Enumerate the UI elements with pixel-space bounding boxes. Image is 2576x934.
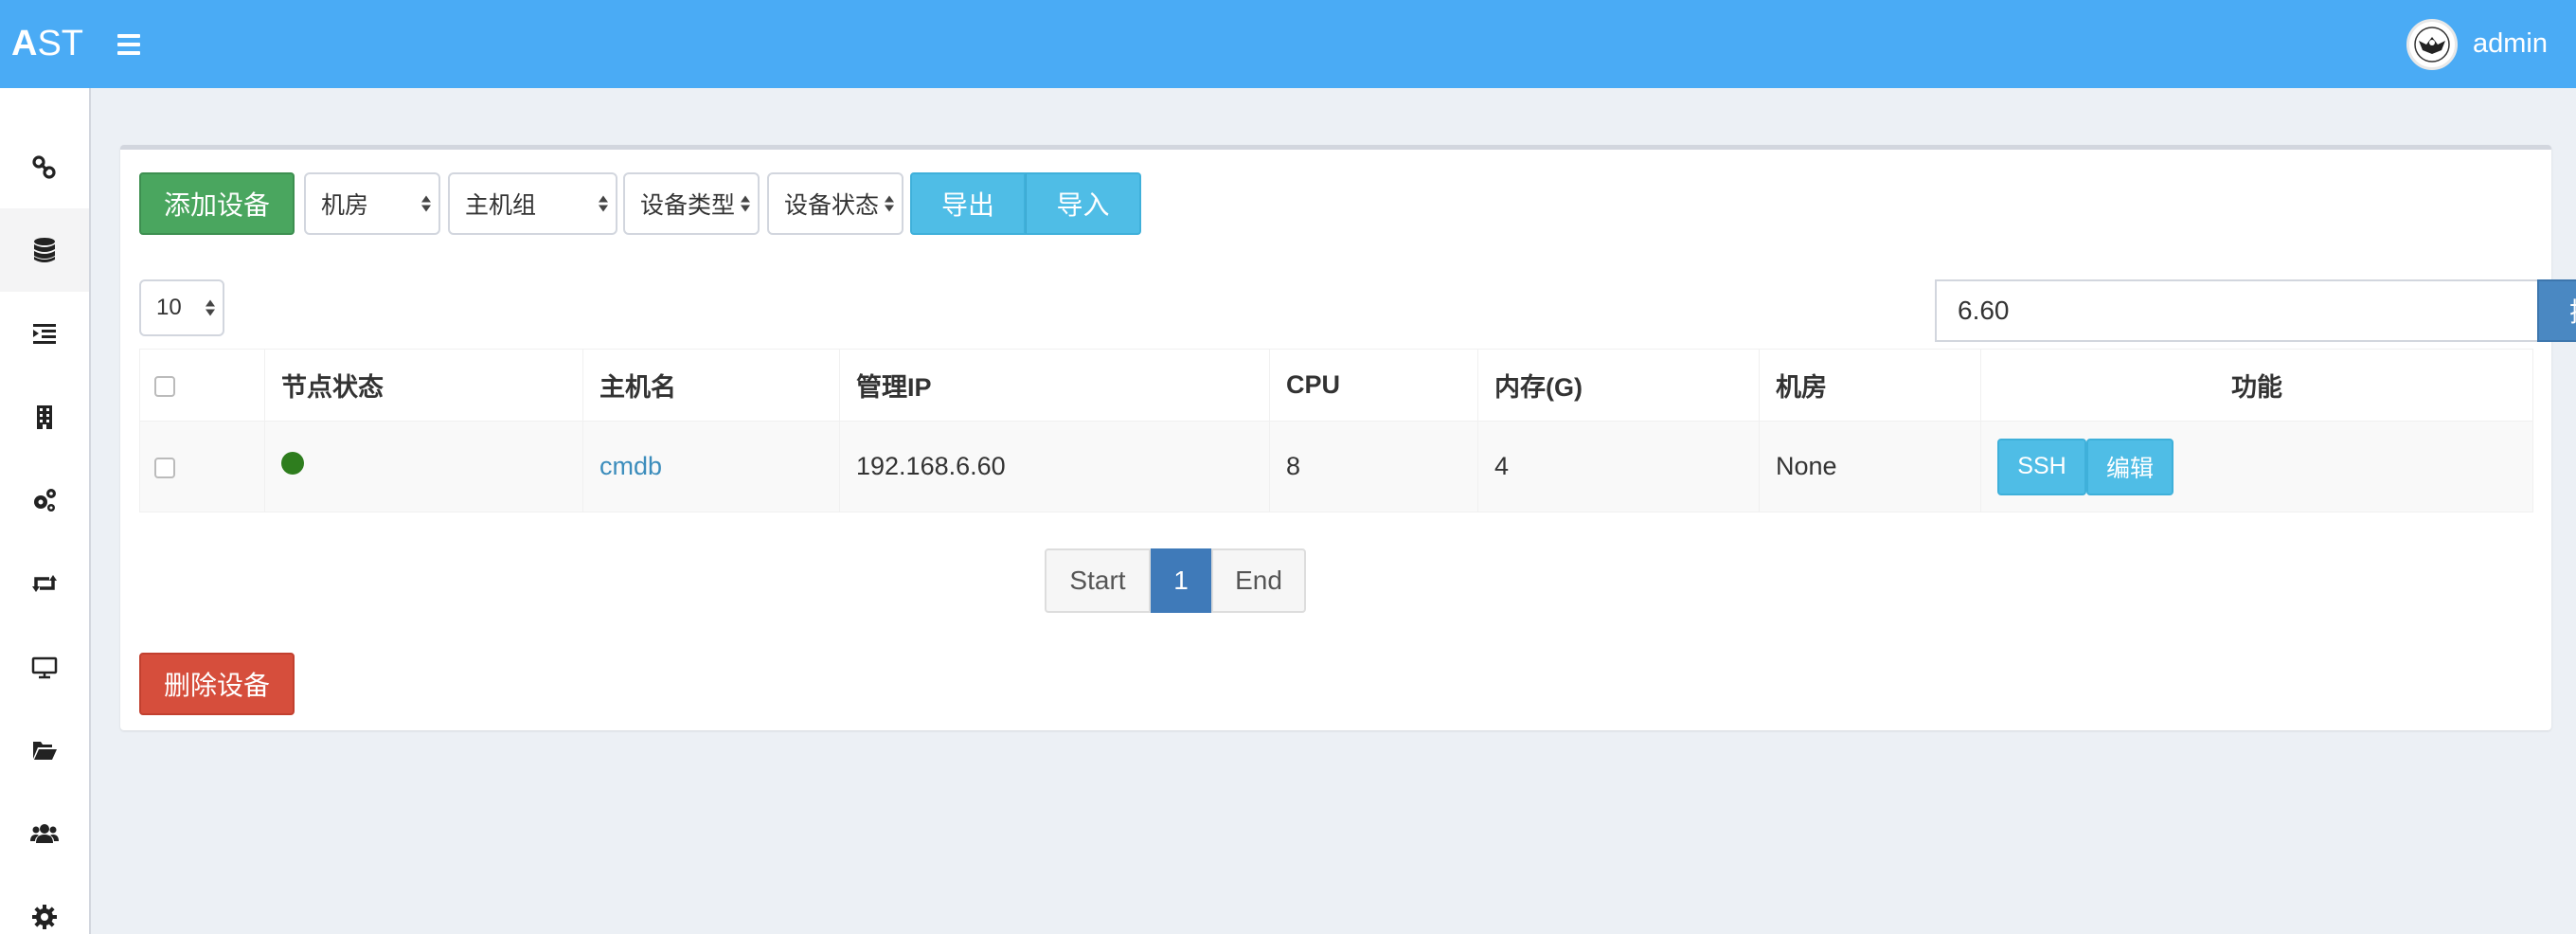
status-online-indicator [281, 452, 304, 475]
database-icon [34, 238, 55, 262]
select-arrows-icon [741, 195, 750, 212]
ssh-button[interactable]: SSH [1997, 438, 2086, 495]
sidebar-item-database[interactable] [0, 208, 89, 292]
pagination: Start 1 End [1045, 548, 1306, 613]
device-list-panel: 添加设备 机房 主机组 设备类型 设备状态 导出 导入 10 6.60 搜索 节… [120, 145, 2576, 730]
export-button[interactable]: 导出 [910, 172, 1026, 235]
link-icon [32, 155, 56, 179]
logo-rest: ST [37, 24, 84, 63]
building-icon [37, 405, 52, 429]
users-icon [30, 824, 59, 843]
host-group-filter-label: 主机组 [465, 192, 537, 219]
select-all-checkbox[interactable] [154, 375, 175, 397]
col-cpu[interactable]: CPU [1269, 349, 1478, 422]
folder-open-icon [33, 742, 57, 760]
row-checkbox[interactable] [154, 457, 175, 478]
room-cell: None [1759, 421, 1981, 512]
cpu-cell: 8 [1269, 421, 1478, 512]
pagination-page-current[interactable]: 1 [1151, 548, 1211, 613]
export-import-group: 导出 导入 [910, 172, 1141, 235]
device-type-filter-select[interactable]: 设备类型 [623, 172, 760, 235]
sidebar-item-users[interactable] [0, 792, 89, 875]
room-filter-label: 机房 [321, 192, 369, 219]
pagination-start[interactable]: Start [1045, 548, 1151, 613]
col-room[interactable]: 机房 [1759, 349, 1981, 422]
avatar [2406, 18, 2458, 70]
node-status-cell [264, 421, 583, 512]
import-button[interactable]: 导入 [1026, 172, 1141, 235]
hostname-link[interactable]: cmdb [599, 452, 662, 480]
select-all-cell [139, 349, 265, 422]
sidebar-item-settings[interactable] [0, 458, 89, 542]
page-size-select[interactable]: 10 [139, 279, 224, 336]
col-actions: 功能 [1980, 349, 2533, 422]
device-status-filter-label: 设备状态 [784, 192, 880, 219]
col-hostname[interactable]: 主机名 [582, 349, 840, 422]
select-arrows-icon [599, 195, 608, 212]
top-header: A ST admin [0, 0, 2576, 88]
add-device-button[interactable]: 添加设备 [139, 172, 295, 235]
col-memory[interactable]: 内存(G) [1477, 349, 1760, 422]
hostname-cell: cmdb [582, 421, 840, 512]
logo-bold: A [11, 24, 38, 63]
col-management-ip[interactable]: 管理IP [839, 349, 1270, 422]
device-status-filter-select[interactable]: 设备状态 [767, 172, 903, 235]
memory-cell: 4 [1477, 421, 1760, 512]
sidebar-item-links[interactable] [0, 126, 89, 209]
table-header-row: 节点状态 主机名 管理IP CPU 内存(G) 机房 功能 [139, 349, 2533, 422]
sidebar-item-list[interactable] [0, 292, 89, 375]
sidebar-item-building[interactable] [0, 375, 89, 458]
sidebar-item-files[interactable] [0, 709, 89, 792]
ip-cell: 192.168.6.60 [839, 421, 1270, 512]
gear-icon [32, 905, 57, 929]
pagination-end[interactable]: End [1211, 548, 1306, 613]
row-select-cell [139, 421, 265, 512]
search-input-value: 6.60 [1958, 296, 2010, 325]
edit-button[interactable]: 编辑 [2086, 438, 2174, 495]
device-table: 节点状态 主机名 管理IP CPU 内存(G) 机房 功能 cmdb 192.1… [139, 349, 2533, 512]
select-arrows-icon [885, 195, 894, 212]
col-node-status[interactable]: 节点状态 [264, 349, 583, 422]
eagle-emblem-icon [2414, 26, 2450, 63]
sidebar [0, 88, 91, 934]
page-size-value: 10 [156, 295, 182, 320]
sidebar-item-sync[interactable] [0, 542, 89, 625]
indent-list-icon [33, 324, 56, 344]
device-type-filter-label: 设备类型 [640, 192, 736, 219]
search-button[interactable]: 搜索 [2537, 279, 2576, 342]
select-arrows-icon [206, 299, 215, 316]
sidebar-item-config[interactable] [0, 875, 89, 934]
app-logo[interactable]: A ST [0, 0, 114, 88]
room-filter-select[interactable]: 机房 [304, 172, 440, 235]
user-menu[interactable]: admin [2406, 0, 2548, 88]
table-row: cmdb 192.168.6.60 8 4 None SSH 编辑 [139, 421, 2533, 512]
host-group-filter-select[interactable]: 主机组 [448, 172, 617, 235]
sidebar-item-monitor[interactable] [0, 625, 89, 709]
user-name: admin [2473, 28, 2548, 59]
menu-toggle-icon[interactable] [117, 0, 152, 88]
gears-icon [34, 489, 56, 512]
actions-cell: SSH 编辑 [1980, 421, 2533, 512]
monitor-icon [31, 656, 58, 679]
search-input[interactable]: 6.60 [1935, 279, 2539, 342]
select-arrows-icon [421, 195, 431, 212]
delete-device-button[interactable]: 删除设备 [139, 653, 295, 715]
retweet-icon [32, 575, 57, 592]
